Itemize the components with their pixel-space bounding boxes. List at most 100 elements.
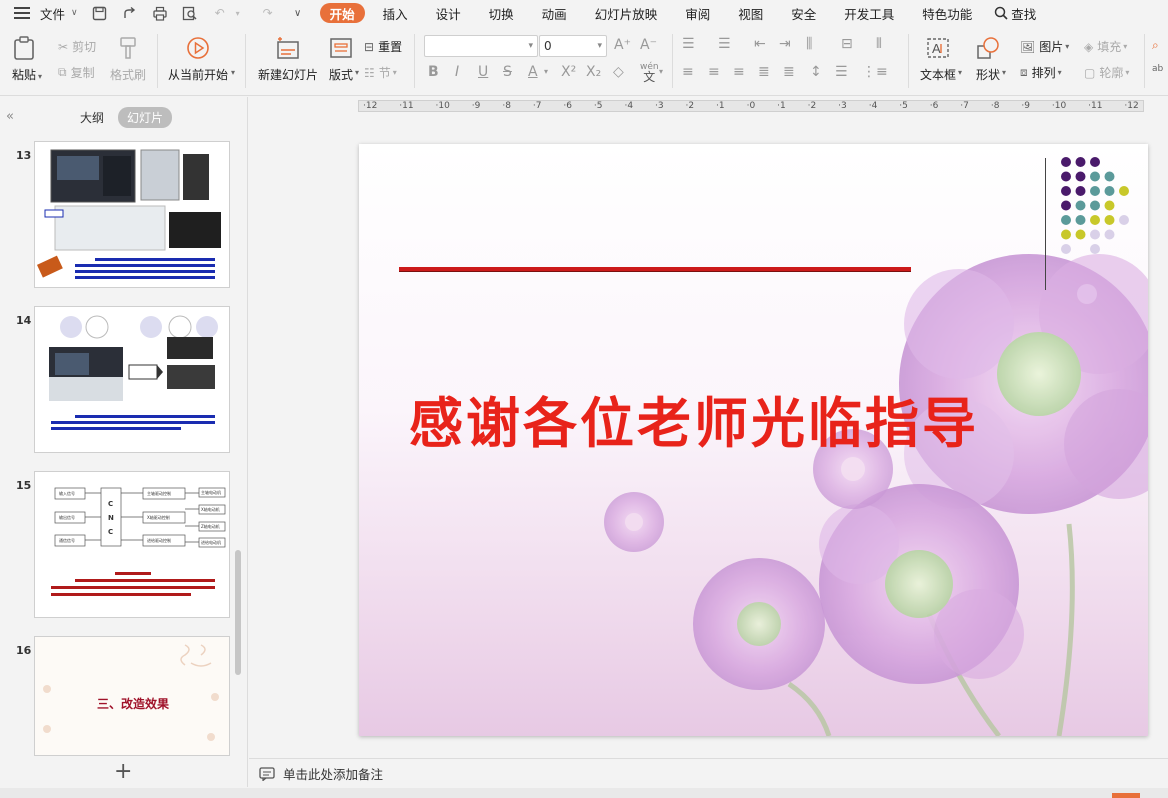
fill-button[interactable]: ◈ 填充 ▾	[1084, 38, 1127, 55]
undo-dropdown-icon[interactable]: ▾	[230, 5, 246, 21]
layout-button[interactable]: 版式	[329, 36, 353, 83]
line-spacing-icon[interactable]: ↕	[810, 64, 822, 80]
tab-outline[interactable]: 大纲	[80, 109, 104, 126]
align-text-icon[interactable]: ⊟	[841, 36, 853, 52]
tab-home[interactable]: 开始	[319, 3, 365, 23]
slide-13-preview-image	[36, 149, 221, 279]
decrease-indent-icon[interactable]: ⇤	[754, 36, 766, 52]
tab-animations[interactable]: 动画	[532, 3, 577, 23]
ruler-tick-label: ·12	[363, 101, 378, 111]
ruler-tick-label: ·7	[960, 101, 969, 111]
clipboard-icon	[12, 36, 36, 60]
clear-format-icon[interactable]: ◇	[613, 64, 624, 80]
slide-canvas[interactable]: 感谢各位老师光临指导	[359, 144, 1148, 736]
status-bar	[0, 788, 1168, 798]
strikethrough-icon[interactable]: S	[503, 64, 512, 80]
paragraph-spacing-icon[interactable]: ☰	[835, 64, 848, 80]
paragraph-settings-icon[interactable]: ⋮≡	[862, 64, 888, 80]
ruler-tick-label: ·3	[838, 101, 847, 111]
text-direction-icon[interactable]: ⫼	[806, 36, 812, 52]
share-icon[interactable]	[122, 5, 138, 21]
decorative-dot	[1104, 215, 1115, 225]
tab-transitions[interactable]: 切换	[479, 3, 524, 23]
tab-insert[interactable]: 插入	[373, 3, 418, 23]
hamburger-menu-icon[interactable]	[14, 7, 30, 19]
replace-icon[interactable]: ab	[1152, 64, 1163, 74]
picture-button[interactable]: 🖼 图片 ▾	[1020, 38, 1069, 55]
horizontal-ruler[interactable]: ·12 ·11 ·10 ·9 ·8 ·7 ·6 ·5 ·4 ·3 ·2 ·1 ·0 ·1 ·2 ·3 ·4 ·5 ·…	[358, 100, 1144, 112]
ruler-tick-label: ·8	[502, 101, 511, 111]
tab-design[interactable]: 设计	[426, 3, 471, 23]
bold-icon[interactable]: B	[428, 64, 439, 80]
tab-features[interactable]: 特色功能	[912, 3, 982, 23]
section-button[interactable]: ☷ 节 ▾	[364, 64, 397, 81]
align-center-icon[interactable]: ≡	[708, 64, 720, 80]
fill-icon: ◈	[1084, 39, 1094, 54]
play-from-current-button[interactable]: 从当前开始	[168, 36, 228, 83]
slide-thumbnail-15[interactable]: 输入信号 输出信号 通信信号 主轴驱动控制 X轴驱动控制 进给驱动控制 主轴电动…	[34, 471, 230, 618]
tab-view[interactable]: 视图	[728, 3, 773, 23]
paste-button[interactable]: 粘贴	[12, 36, 36, 83]
columns-icon[interactable]: ⫴	[876, 36, 882, 52]
reset-button[interactable]: ⊟ 重置	[364, 38, 402, 55]
font-name-input[interactable]: ▾	[424, 35, 538, 57]
superscript-icon[interactable]: X²	[561, 64, 576, 80]
print-preview-icon[interactable]	[182, 5, 198, 21]
customize-toolbar-icon[interactable]: ∨	[290, 5, 306, 21]
tab-slideshow[interactable]: 幻灯片放映	[585, 3, 668, 23]
cut-button[interactable]: ✂ 剪切	[58, 38, 96, 55]
decrease-font-icon[interactable]: A⁻	[640, 37, 657, 53]
justify-icon[interactable]: ≣	[758, 64, 770, 80]
redo-icon[interactable]: ↷	[260, 5, 276, 21]
find-icon[interactable]: ⌕	[1152, 38, 1159, 53]
outline-button[interactable]: ▢ 轮廓 ▾	[1084, 64, 1129, 81]
slide-thumbnail-13[interactable]	[34, 141, 230, 288]
print-icon[interactable]	[152, 5, 168, 21]
new-slide-icon	[276, 36, 300, 60]
add-slide-button[interactable]: +	[114, 759, 132, 784]
decorative-dot	[1119, 186, 1129, 196]
new-slide-button[interactable]: 新建幻灯片	[258, 36, 318, 83]
search-button[interactable]: 查找	[994, 4, 1036, 23]
tab-security[interactable]: 安全	[781, 3, 826, 23]
underline-icon[interactable]: U	[478, 64, 488, 80]
slide-number: 14	[16, 314, 32, 327]
copy-button[interactable]: ⧉ 复制	[58, 64, 95, 81]
decorative-dot	[1090, 200, 1100, 211]
scrollbar[interactable]	[235, 550, 241, 675]
file-menu[interactable]: 文件	[40, 4, 65, 23]
slide-thumbnail-14[interactable]	[34, 306, 230, 453]
increase-font-icon[interactable]: A⁺	[614, 37, 631, 53]
align-left-icon[interactable]: ≡	[682, 64, 694, 80]
tab-slides[interactable]: 幻灯片	[118, 107, 173, 128]
decorative-dot	[1090, 157, 1100, 167]
ruler-tick-label: ·8	[990, 101, 1000, 111]
notes-pane[interactable]: 单击此处添加备注	[249, 758, 1168, 788]
subscript-icon[interactable]: X₂	[586, 64, 601, 80]
bullet-list-icon[interactable]: ☰	[682, 36, 695, 52]
diagram-cnc-letter: C	[108, 528, 113, 536]
paste-dropdown-icon[interactable]: ▾	[38, 72, 42, 81]
tab-review[interactable]: 审阅	[675, 3, 720, 23]
format-painter-button[interactable]: 格式刷	[110, 36, 146, 83]
decorative-dot	[1104, 229, 1115, 240]
text-box-button[interactable]: A 文本框	[920, 36, 956, 83]
tab-developer[interactable]: 开发工具	[834, 3, 904, 23]
slide-15-diagram: 输入信号 输出信号 通信信号 主轴驱动控制 X轴驱动控制 进给驱动控制 主轴电动…	[51, 487, 226, 596]
undo-icon[interactable]: ↶	[212, 5, 228, 21]
shape-button[interactable]: 形状	[976, 36, 1000, 83]
slide-thumbnail-16[interactable]: 三、改造效果	[34, 636, 230, 756]
increase-indent-icon[interactable]: ⇥	[779, 36, 791, 52]
distribute-icon[interactable]: ≣	[783, 64, 795, 80]
font-size-input[interactable]: 0 ▾	[539, 35, 607, 57]
arrange-button[interactable]: ⧈ 排列 ▾	[1020, 64, 1062, 81]
numbered-list-icon[interactable]: ☰	[718, 36, 731, 52]
slide-title[interactable]: 感谢各位老师光临指导	[409, 379, 979, 458]
italic-icon[interactable]: I	[455, 64, 459, 80]
collapse-panel-icon[interactable]: «	[6, 109, 14, 124]
pinyin-guide-icon[interactable]: wén 文	[640, 62, 659, 83]
save-icon[interactable]	[92, 5, 108, 21]
font-color-icon[interactable]: A	[528, 64, 538, 80]
align-right-icon[interactable]: ≡	[733, 64, 745, 80]
slide-number: 15	[16, 479, 32, 492]
